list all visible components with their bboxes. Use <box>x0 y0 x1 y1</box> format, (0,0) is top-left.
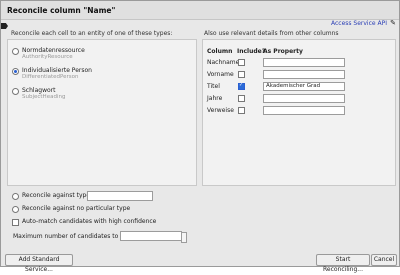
type-name: Schlagwort <box>22 87 56 94</box>
option-label: Reconcile against no particular type <box>22 205 131 212</box>
cancel-button[interactable]: Cancel <box>371 254 397 266</box>
column-name: Titel <box>207 83 220 90</box>
option-label: Auto-match candidates with high confiden… <box>22 218 157 225</box>
radio-button[interactable] <box>12 193 19 200</box>
include-checkbox[interactable] <box>238 95 245 102</box>
radio-button-selected[interactable] <box>12 68 19 75</box>
include-header: Include? <box>237 48 266 55</box>
radio-button[interactable] <box>12 206 19 213</box>
property-input[interactable]: Akademischer Grad <box>263 82 345 91</box>
types-panel: Normdatenressource AuthorityResource Ind… <box>7 39 197 186</box>
radio-button[interactable] <box>12 88 19 95</box>
reconcile-dialog: Reconcile column "Name" Access Service A… <box>0 0 400 273</box>
radio-button[interactable] <box>12 48 19 55</box>
type-id: AuthorityResource <box>22 54 73 60</box>
column-name: Vorname <box>207 71 234 78</box>
include-checkbox[interactable] <box>238 107 245 114</box>
type-id: DifferentiatedPerson <box>22 74 79 80</box>
checkbox[interactable] <box>12 219 19 226</box>
add-standard-service-button[interactable]: Add Standard Service... <box>5 254 73 273</box>
columns-hint: Also use relevant details from other col… <box>204 30 339 37</box>
pencil-icon[interactable]: ✎ <box>390 19 396 27</box>
access-service-api-link[interactable]: Access Service API <box>331 20 387 27</box>
column-name: Nachname <box>207 59 240 66</box>
type-name: Normdatenressource <box>22 47 85 54</box>
dialog-title: Reconcile column "Name" <box>7 6 116 15</box>
max-candidates-input[interactable] <box>120 231 182 241</box>
title-bar: Reconcile column "Name" <box>1 1 399 20</box>
property-input[interactable] <box>263 58 345 67</box>
include-checkbox[interactable] <box>238 71 245 78</box>
types-hint: Reconcile each cell to an entity of one … <box>11 30 173 37</box>
column-header: Column <box>207 48 233 55</box>
property-input[interactable] <box>263 106 345 115</box>
service-tag-icon[interactable] <box>1 23 8 29</box>
include-checkbox-checked[interactable] <box>238 82 245 90</box>
property-input[interactable] <box>263 94 345 103</box>
type-name: Individualisierte Person <box>22 67 92 74</box>
max-candidates-spinner[interactable] <box>181 232 187 243</box>
column-name: Verweise <box>207 107 234 114</box>
as-property-header: As Property <box>263 48 303 55</box>
column-name: Jahre <box>207 95 223 102</box>
include-checkbox[interactable] <box>238 59 245 66</box>
type-id: SubjectHeading <box>22 94 66 100</box>
property-input[interactable] <box>263 70 345 79</box>
option-label: Reconcile against type: <box>22 192 93 199</box>
type-input[interactable] <box>87 191 153 201</box>
columns-panel: Column Include? As Property Nachname Vor… <box>202 39 396 186</box>
start-reconciling-button[interactable]: Start Reconciling... <box>316 254 370 273</box>
